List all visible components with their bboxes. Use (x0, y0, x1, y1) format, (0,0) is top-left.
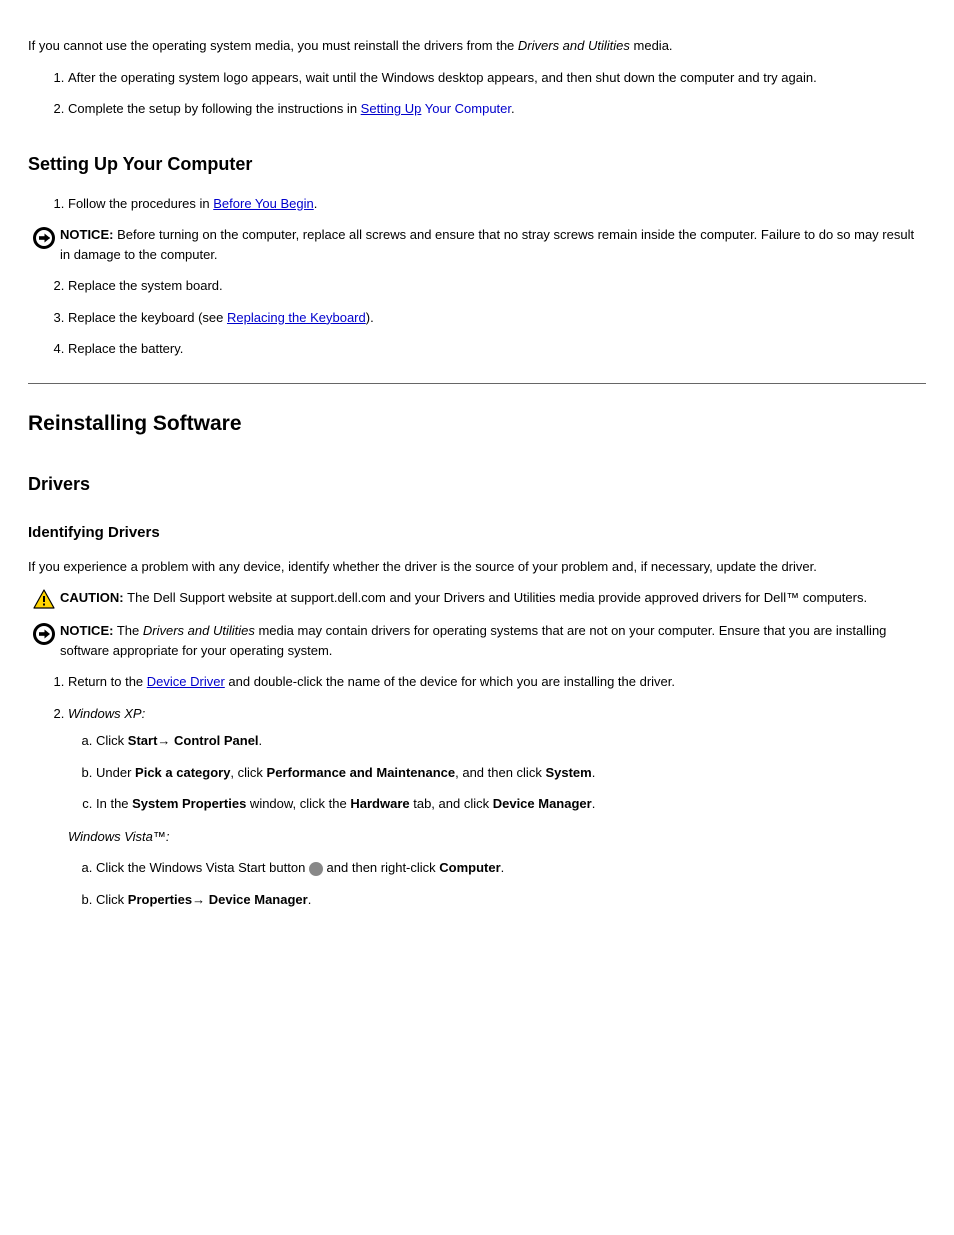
notice2-em: Drivers and Utilities (143, 623, 255, 638)
notice1-text: Before turning on the computer, replace … (60, 227, 914, 262)
intro-step2-pre: Complete the setup by following the inst… (68, 101, 361, 116)
intro-step-2: Complete the setup by following the inst… (68, 99, 926, 119)
xp-sub-c: In the System Properties window, click t… (96, 794, 926, 814)
setup-step1-post: . (314, 196, 318, 211)
replace-step3-post: ). (366, 310, 374, 325)
vista-substeps: Click the Windows Vista Start button and… (68, 858, 926, 909)
setup-step-1: Follow the procedures in Before You Begi… (68, 194, 926, 214)
setup-step1-pre: Follow the procedures in (68, 196, 213, 211)
xp-sub-a: Click Start→ Control Panel. (96, 731, 926, 751)
replace-step-3: Replace the keyboard (see Replacing the … (68, 308, 926, 328)
notice-icon-2 (28, 621, 60, 646)
notice-block-2: NOTICE: The Drivers and Utilities media … (28, 621, 926, 660)
notice2-pre: The (117, 623, 143, 638)
caution-label: CAUTION: (60, 590, 127, 605)
replacing-keyboard-link[interactable]: Replacing the Keyboard (227, 310, 366, 325)
notice-icon (28, 225, 60, 250)
caution-icon (28, 588, 60, 609)
setting-up-link[interactable]: Setting Up (361, 101, 422, 116)
intro-step1-os: Windows (382, 70, 435, 85)
xp-sub-b: Under Pick a category, click Performance… (96, 763, 926, 783)
xp-step-2: Windows XP: Click Start→ Control Panel. … (68, 704, 926, 814)
intro-text-post: media. (634, 38, 673, 53)
identifying-intro: If you experience a problem with any dev… (28, 557, 926, 577)
xp-step2-label: Windows XP: (68, 706, 145, 721)
vista-sub-b: Click Properties→ Device Manager. (96, 890, 926, 910)
intro-steps: After the operating system logo appears,… (28, 68, 926, 119)
setting-up-link-2[interactable]: Your Computer (425, 101, 511, 116)
vista-label: Windows Vista™: (68, 827, 926, 847)
intro-em: Drivers and Utilities (518, 38, 630, 53)
reinstalling-heading: Reinstalling Software (28, 408, 926, 440)
divider (28, 383, 926, 384)
vista-sub-a: Click the Windows Vista Start button and… (96, 858, 926, 878)
xp-step1-pre: Return to the (68, 674, 147, 689)
xp-substeps: Click Start→ Control Panel. Under Pick a… (68, 731, 926, 814)
notice1-label: NOTICE: (60, 227, 113, 242)
intro-step-1: After the operating system logo appears,… (68, 68, 926, 88)
setting-up-heading: Setting Up Your Computer (28, 151, 926, 178)
device-driver-link[interactable]: Device Driver (147, 674, 225, 689)
xp-step1-post: and double-click the name of the device … (228, 674, 675, 689)
drivers-heading: Drivers (28, 471, 926, 498)
intro-text-pre: If you cannot use the operating system m… (28, 38, 518, 53)
replace-step-4: Replace the battery. (68, 339, 926, 359)
setup-steps: Follow the procedures in Before You Begi… (28, 194, 926, 214)
caution-text: The Dell Support website at support.dell… (127, 590, 867, 605)
replace-step-2: Replace the system board. (68, 276, 926, 296)
notice-block-1: NOTICE: Before turning on the computer, … (28, 225, 926, 264)
intro-step1-post: desktop appears, and then shut down the … (438, 70, 817, 85)
identifying-heading: Identifying Drivers (28, 522, 926, 545)
intro-step1-pre: After the operating system logo appears,… (68, 70, 382, 85)
vista-start-icon (309, 862, 323, 876)
xp-step-1: Return to the Device Driver and double-c… (68, 672, 926, 692)
xp-steps: Return to the Device Driver and double-c… (28, 672, 926, 814)
caution-block: CAUTION: The Dell Support website at sup… (28, 588, 926, 609)
intro-step2-post: . (511, 101, 515, 116)
replace-steps: Replace the system board. Replace the ke… (28, 276, 926, 359)
intro-paragraph: If you cannot use the operating system m… (28, 36, 926, 56)
replace-step3-pre: Replace the keyboard (see (68, 310, 227, 325)
notice2-label: NOTICE: (60, 623, 113, 638)
before-you-begin-link[interactable]: Before You Begin (213, 196, 313, 211)
